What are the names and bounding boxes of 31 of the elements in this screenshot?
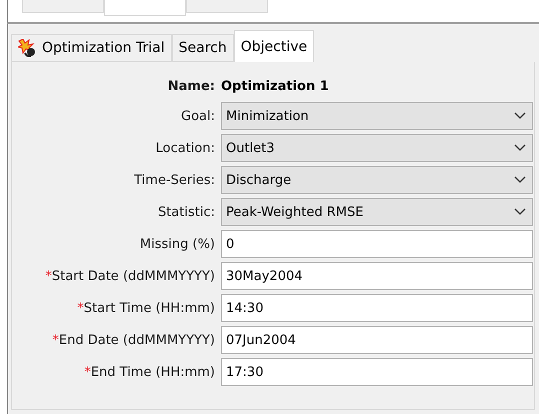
tab[interactable]	[104, 0, 186, 16]
dropdown[interactable]: Discharge	[221, 166, 533, 194]
dropdown[interactable]: Minimization	[221, 102, 533, 130]
name-label: Name:	[168, 78, 215, 94]
tab[interactable]: Objective	[234, 30, 314, 62]
field-label: Goal:	[181, 108, 215, 124]
explosion-icon	[18, 39, 38, 57]
field-label: *End Date (ddMMMYYYY)	[52, 332, 215, 348]
dropdown[interactable]: Peak-Weighted RMSE	[221, 198, 533, 226]
field-label: Missing (%)	[140, 236, 215, 252]
tab[interactable]: Search	[172, 34, 234, 62]
field-label: *Start Date (ddMMMYYYY)	[45, 268, 215, 284]
chevron-down-icon	[514, 144, 526, 152]
field-label: Statistic:	[158, 204, 215, 220]
input-field[interactable]: 07Jun2004	[221, 326, 533, 354]
tab[interactable]	[22, 0, 104, 13]
input-field[interactable]: 14:30	[221, 294, 533, 322]
field-label: Location:	[156, 140, 215, 156]
chevron-down-icon	[514, 176, 526, 184]
dropdown[interactable]: Outlet3	[221, 134, 533, 162]
chevron-down-icon	[514, 208, 526, 216]
tab[interactable]	[186, 0, 268, 13]
field-label: *End Time (HH:mm)	[84, 364, 215, 380]
input-field[interactable]: 30May2004	[221, 262, 533, 290]
name-value: Optimization 1	[221, 78, 330, 94]
input-field[interactable]: 0	[221, 230, 533, 258]
field-label: Time-Series:	[134, 172, 215, 188]
input-field[interactable]: 17:30	[221, 358, 533, 386]
tab[interactable]: Optimization Trial	[11, 34, 172, 62]
chevron-down-icon	[514, 112, 526, 120]
field-label: *Start Time (HH:mm)	[77, 300, 215, 316]
